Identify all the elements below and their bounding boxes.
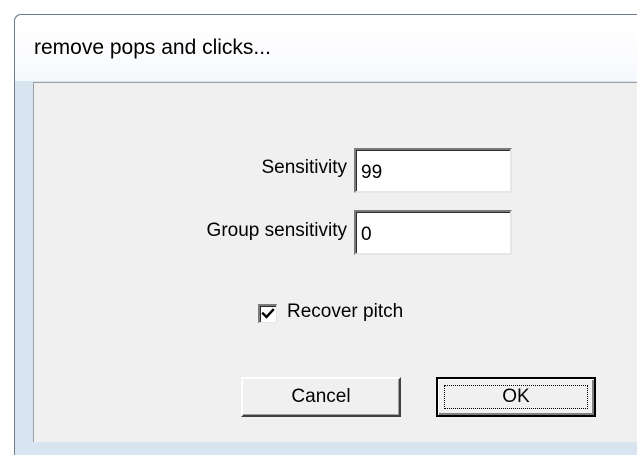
dialog-client-area: Sensitivity Group sensitivity Recover pi… (33, 82, 637, 442)
ok-button[interactable]: OK (436, 377, 596, 417)
group-sensitivity-label: Group sensitivity (206, 220, 347, 241)
ok-button-label: OK (444, 385, 588, 409)
dialog-window: remove pops and clicks... Sensitivity Gr… (14, 14, 637, 455)
group-sensitivity-input[interactable] (354, 210, 512, 255)
checkmark-icon (261, 308, 275, 319)
recover-pitch-label[interactable]: Recover pitch (287, 301, 403, 323)
cancel-button[interactable]: Cancel (241, 377, 401, 417)
sensitivity-label: Sensitivity (261, 157, 347, 178)
window-title: remove pops and clicks... (34, 36, 271, 59)
title-bar[interactable]: remove pops and clicks... (15, 15, 637, 81)
recover-pitch-checkbox[interactable] (258, 304, 277, 323)
sensitivity-input[interactable] (354, 148, 512, 193)
